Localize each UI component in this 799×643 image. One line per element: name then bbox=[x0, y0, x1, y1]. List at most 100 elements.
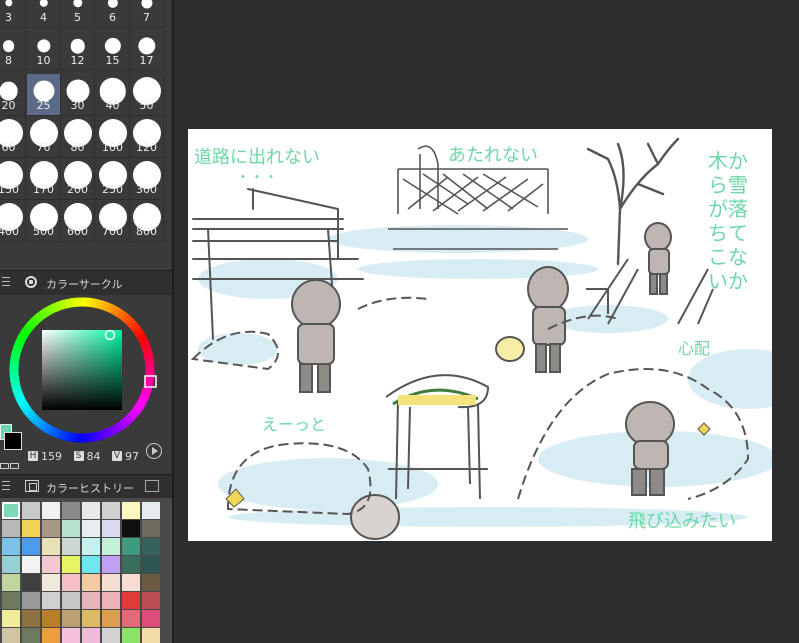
brush-size-250[interactable]: 250 bbox=[96, 158, 130, 200]
brush-size-700[interactable]: 700 bbox=[96, 200, 130, 242]
color-wheel[interactable] bbox=[0, 295, 172, 467]
history-color-swatch[interactable] bbox=[2, 610, 20, 627]
history-color-swatch[interactable] bbox=[142, 628, 160, 643]
history-color-swatch[interactable] bbox=[62, 502, 80, 519]
brush-size-8[interactable]: 8 bbox=[0, 29, 26, 71]
brush-size-400[interactable]: 400 bbox=[0, 200, 26, 242]
history-color-swatch[interactable] bbox=[122, 538, 140, 555]
brush-size-150[interactable]: 150 bbox=[0, 158, 26, 200]
history-color-swatch[interactable] bbox=[122, 502, 140, 519]
brush-size-170[interactable]: 170 bbox=[27, 158, 61, 200]
history-color-swatch[interactable] bbox=[62, 628, 80, 643]
history-color-swatch[interactable] bbox=[42, 610, 60, 627]
history-color-swatch[interactable] bbox=[142, 610, 160, 627]
history-color-swatch[interactable] bbox=[22, 574, 40, 591]
brush-size-25[interactable]: 25 bbox=[27, 74, 61, 116]
brush-size-20[interactable]: 20 bbox=[0, 74, 26, 116]
brush-size-70[interactable]: 70 bbox=[27, 116, 61, 158]
brush-size-17[interactable]: 17 bbox=[130, 29, 164, 71]
history-color-swatch[interactable] bbox=[2, 520, 20, 537]
history-color-swatch[interactable] bbox=[142, 592, 160, 609]
history-color-swatch[interactable] bbox=[82, 574, 100, 591]
history-color-swatch[interactable] bbox=[2, 574, 20, 591]
history-color-swatch[interactable] bbox=[142, 520, 160, 537]
panel-menu-icon[interactable] bbox=[2, 481, 10, 491]
history-color-swatch[interactable] bbox=[2, 538, 20, 555]
history-color-swatch[interactable] bbox=[142, 502, 160, 519]
history-color-swatch[interactable] bbox=[42, 520, 60, 537]
brush-size-15[interactable]: 15 bbox=[96, 29, 130, 71]
history-color-swatch[interactable] bbox=[2, 592, 20, 609]
history-color-swatch[interactable] bbox=[122, 628, 140, 643]
panel-menu-icon[interactable] bbox=[2, 277, 10, 287]
history-color-swatch[interactable] bbox=[62, 610, 80, 627]
brush-size-500[interactable]: 500 bbox=[27, 200, 61, 242]
history-color-swatch[interactable] bbox=[82, 592, 100, 609]
history-color-swatch[interactable] bbox=[82, 556, 100, 573]
history-color-swatch[interactable] bbox=[102, 574, 120, 591]
history-color-swatch[interactable] bbox=[42, 592, 60, 609]
history-color-swatch[interactable] bbox=[22, 592, 40, 609]
history-color-swatch[interactable] bbox=[22, 520, 40, 537]
history-color-swatch[interactable] bbox=[22, 538, 40, 555]
history-color-swatch[interactable] bbox=[142, 556, 160, 573]
brush-size-3[interactable]: 3 bbox=[0, 0, 26, 28]
drawing-canvas[interactable]: 道路に出れない ・・・ あたれない 木から雪が落ちてこないか 心配 えーっと 飛… bbox=[188, 129, 772, 541]
brush-size-40[interactable]: 40 bbox=[96, 74, 130, 116]
brush-size-600[interactable]: 600 bbox=[61, 200, 95, 242]
history-color-swatch[interactable] bbox=[42, 502, 60, 519]
brush-size-120[interactable]: 120 bbox=[130, 116, 164, 158]
history-color-swatch[interactable] bbox=[82, 520, 100, 537]
history-color-swatch[interactable] bbox=[122, 556, 140, 573]
background-color-swatch[interactable] bbox=[4, 432, 22, 450]
brush-size-80[interactable]: 80 bbox=[61, 116, 95, 158]
history-color-swatch[interactable] bbox=[122, 574, 140, 591]
history-color-swatch[interactable] bbox=[82, 502, 100, 519]
transparent-color-swatches[interactable] bbox=[0, 454, 20, 469]
history-color-swatch[interactable] bbox=[82, 610, 100, 627]
history-color-swatch[interactable] bbox=[102, 502, 120, 519]
brush-size-50[interactable]: 50 bbox=[130, 74, 164, 116]
history-color-swatch[interactable] bbox=[102, 556, 120, 573]
brush-size-100[interactable]: 100 bbox=[96, 116, 130, 158]
history-color-swatch[interactable] bbox=[62, 538, 80, 555]
history-color-swatch[interactable] bbox=[2, 502, 20, 519]
history-color-swatch[interactable] bbox=[142, 538, 160, 555]
history-color-swatch[interactable] bbox=[122, 610, 140, 627]
brush-size-300[interactable]: 300 bbox=[130, 158, 164, 200]
history-color-swatch[interactable] bbox=[62, 574, 80, 591]
brush-size-800[interactable]: 800 bbox=[130, 200, 164, 242]
history-color-swatch[interactable] bbox=[42, 556, 60, 573]
history-color-swatch[interactable] bbox=[42, 574, 60, 591]
play-icon[interactable] bbox=[146, 443, 162, 459]
history-color-swatch[interactable] bbox=[122, 592, 140, 609]
history-color-swatch[interactable] bbox=[22, 628, 40, 643]
brush-size-6[interactable]: 6 bbox=[96, 0, 130, 28]
history-color-swatch[interactable] bbox=[42, 628, 60, 643]
brush-size-5[interactable]: 5 bbox=[61, 0, 95, 28]
history-color-swatch[interactable] bbox=[122, 520, 140, 537]
history-color-swatch[interactable] bbox=[102, 538, 120, 555]
brush-size-7[interactable]: 7 bbox=[130, 0, 164, 28]
history-color-swatch[interactable] bbox=[62, 556, 80, 573]
brush-size-4[interactable]: 4 bbox=[27, 0, 61, 28]
brush-size-30[interactable]: 30 bbox=[61, 74, 95, 116]
history-color-swatch[interactable] bbox=[102, 628, 120, 643]
history-color-swatch[interactable] bbox=[142, 574, 160, 591]
history-color-swatch[interactable] bbox=[22, 502, 40, 519]
history-color-swatch[interactable] bbox=[22, 556, 40, 573]
panel-divider[interactable] bbox=[172, 0, 174, 643]
history-color-swatch[interactable] bbox=[102, 520, 120, 537]
brush-size-200[interactable]: 200 bbox=[61, 158, 95, 200]
history-color-swatch[interactable] bbox=[82, 538, 100, 555]
history-color-swatch[interactable] bbox=[62, 592, 80, 609]
history-color-swatch[interactable] bbox=[82, 628, 100, 643]
history-settings-icon[interactable] bbox=[145, 480, 159, 492]
history-color-swatch[interactable] bbox=[2, 556, 20, 573]
brush-size-12[interactable]: 12 bbox=[61, 29, 95, 71]
history-color-swatch[interactable] bbox=[2, 628, 20, 643]
history-color-swatch[interactable] bbox=[102, 592, 120, 609]
history-color-swatch[interactable] bbox=[22, 610, 40, 627]
history-color-swatch[interactable] bbox=[42, 538, 60, 555]
history-color-swatch[interactable] bbox=[102, 610, 120, 627]
